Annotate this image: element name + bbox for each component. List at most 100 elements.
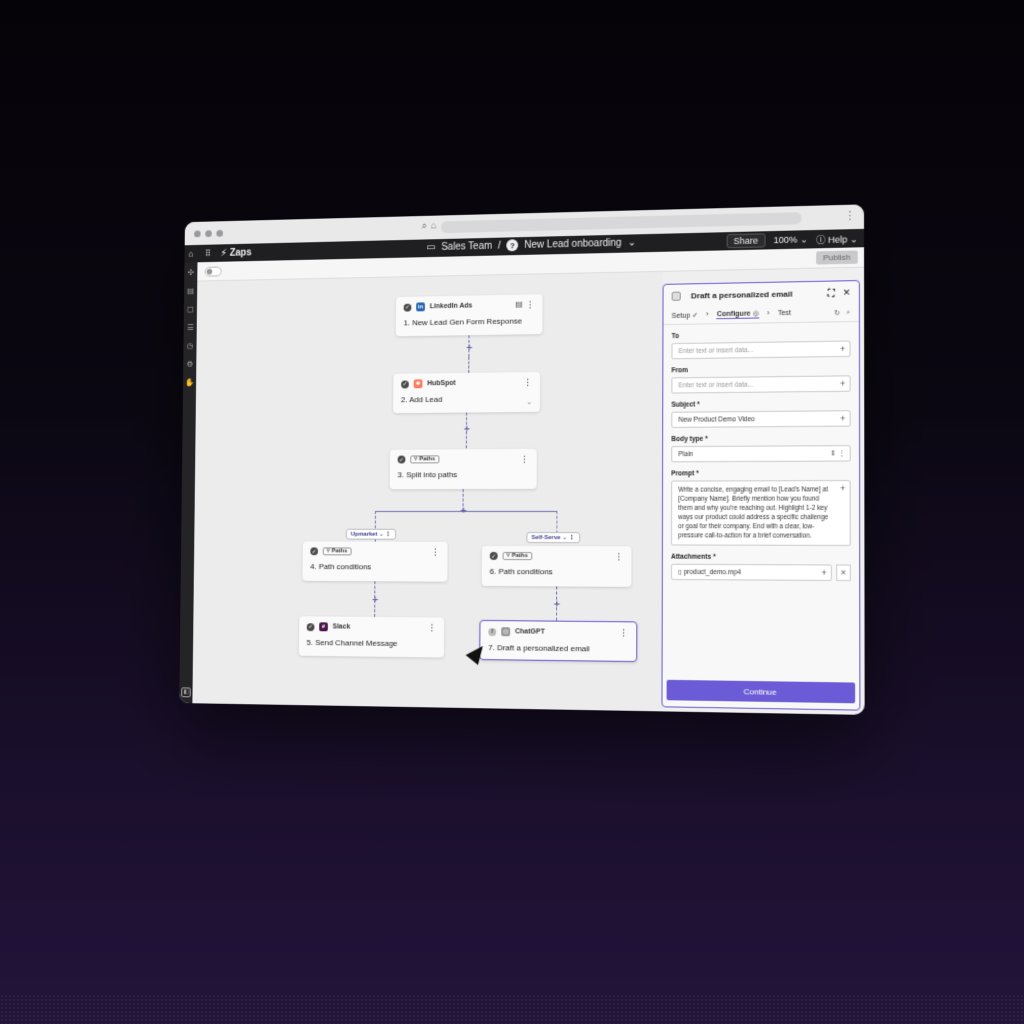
more-vertical-icon[interactable]: ⋮ bbox=[526, 299, 535, 310]
zoom-select[interactable]: 100% ⌄ bbox=[774, 234, 808, 246]
node-title: 3. Split into paths bbox=[397, 470, 458, 480]
insert-data-plus-icon[interactable]: + bbox=[840, 378, 846, 388]
tab-setup[interactable]: Setup ✓ bbox=[672, 311, 699, 320]
step-node-2[interactable]: ✓ ✱ HubSpot 2. Add Lead ⋮ ⌄ bbox=[393, 371, 541, 414]
help-button[interactable]: ⓘ Help ⌄ bbox=[816, 232, 858, 246]
chevron-down-icon[interactable]: ⌄ bbox=[526, 398, 532, 406]
maximize-dot[interactable] bbox=[216, 229, 224, 237]
subject-label-text: Subject bbox=[671, 401, 696, 409]
search-icon[interactable]: ⌕ bbox=[422, 221, 428, 232]
paths-icon: ⑂ bbox=[326, 548, 331, 555]
more-vertical-icon[interactable]: ⋮ bbox=[619, 627, 628, 638]
share-button[interactable]: Share bbox=[726, 233, 766, 249]
hubspot-icon: ✱ bbox=[413, 379, 423, 389]
continue-button[interactable]: Continue bbox=[666, 679, 856, 704]
add-step-plus-icon[interactable]: + bbox=[465, 342, 475, 354]
insert-data-plus-icon[interactable]: + bbox=[840, 483, 846, 493]
add-step-plus-icon[interactable]: + bbox=[370, 594, 380, 606]
updown-chevron-icon: ⇕ ⋮ bbox=[829, 450, 846, 458]
subject-field[interactable]: New Product Demo Video + bbox=[671, 410, 851, 428]
close-icon[interactable]: ✕ bbox=[843, 287, 851, 298]
insert-data-plus-icon[interactable]: + bbox=[821, 568, 827, 578]
more-vertical-icon[interactable]: ⋮ bbox=[427, 622, 436, 633]
sidebar-apps-icon[interactable]: ✣ bbox=[188, 268, 194, 277]
tab-test[interactable]: Test bbox=[778, 310, 791, 317]
to-field[interactable]: Enter text or insert data... + bbox=[671, 340, 851, 360]
minimize-dot[interactable] bbox=[205, 229, 212, 237]
node-header: ✓ ✱ HubSpot bbox=[401, 378, 532, 389]
from-field[interactable]: Enter text or insert data... + bbox=[671, 375, 851, 394]
node-title: 5. Send Channel Message bbox=[306, 638, 398, 648]
remove-attachment-icon[interactable]: ✕ bbox=[836, 564, 851, 582]
zoom-value: 100% bbox=[773, 234, 798, 245]
workflow-canvas[interactable]: ✓ in LinkedIn Ads 1. New Lead Gen Form R… bbox=[192, 271, 663, 712]
sidebar-hand-icon[interactable]: ✋ bbox=[185, 378, 194, 387]
step-node-7[interactable]: ! ◎ ChatGPT 7. Draft a personalized emai… bbox=[479, 619, 638, 663]
insert-data-plus-icon[interactable]: + bbox=[840, 344, 846, 354]
breadcrumb-workspace[interactable]: Sales Team bbox=[441, 240, 492, 252]
check-icon: ✓ bbox=[306, 622, 315, 631]
branch-label-right[interactable]: Self-Serve ⌄ ⋮ bbox=[526, 532, 581, 544]
more-vertical-icon[interactable]: ⋮ bbox=[431, 547, 440, 558]
more-vertical-icon[interactable]: ⋮ bbox=[844, 209, 855, 223]
refresh-icon[interactable]: ↻ bbox=[834, 308, 840, 316]
tab-label: Configure bbox=[716, 310, 751, 319]
prompt-textarea[interactable]: Write a concise, engaging email to [Lead… bbox=[671, 480, 851, 546]
body-type-label: Body type * bbox=[671, 435, 708, 444]
insert-data-plus-icon[interactable]: + bbox=[840, 413, 846, 423]
add-step-plus-icon[interactable]: + bbox=[552, 598, 562, 610]
tab-configure[interactable]: Configure ◎ bbox=[716, 309, 759, 320]
subject-label: Subject * bbox=[671, 401, 700, 409]
branch-name: Upmarket bbox=[350, 531, 378, 538]
sidebar-list-icon[interactable]: ☰ bbox=[187, 323, 194, 332]
attachments-label-text: Attachments bbox=[670, 553, 712, 561]
sidebar-history-icon[interactable]: ◷ bbox=[187, 341, 194, 350]
more-vertical-icon[interactable]: ⋮ bbox=[614, 551, 623, 562]
step-node-4[interactable]: ✓ ⑂ Paths 4. Path conditions ⋮ bbox=[302, 541, 448, 582]
home-icon[interactable]: ⌂ bbox=[431, 221, 437, 232]
attachment-field[interactable]: ▯ product_demo.mp4 + bbox=[670, 563, 832, 581]
check-icon: ✓ bbox=[401, 379, 409, 388]
window-controls bbox=[194, 229, 224, 237]
search-icon[interactable]: ⌕ bbox=[846, 308, 850, 316]
more-vertical-icon[interactable]: ⋮ bbox=[520, 454, 529, 465]
add-step-plus-icon[interactable]: + bbox=[462, 423, 472, 435]
check-icon: ✓ bbox=[310, 547, 319, 556]
check-icon: ✓ bbox=[489, 551, 498, 560]
to-placeholder: Enter text or insert data... bbox=[678, 346, 754, 355]
body-type-select[interactable]: Plain ⇕ ⋮ bbox=[671, 445, 851, 463]
zap-toggle[interactable] bbox=[204, 266, 222, 277]
publish-button[interactable]: Publish bbox=[815, 250, 858, 265]
node-app-name: LinkedIn Ads bbox=[429, 302, 473, 311]
close-dot[interactable] bbox=[194, 229, 201, 237]
step-node-6[interactable]: ✓ ⑂ Paths 6. Path conditions ⋮ bbox=[481, 545, 632, 587]
node-header: ✓ ⑂ Paths bbox=[397, 455, 529, 464]
node-app-name: HubSpot bbox=[427, 379, 456, 388]
comment-icon[interactable]: ▤ bbox=[515, 300, 523, 309]
step-node-3[interactable]: ✓ ⑂ Paths 3. Split into paths ⋮ bbox=[389, 448, 537, 490]
question-icon: ? bbox=[506, 239, 519, 252]
sidebar-settings-icon[interactable]: ⚙ bbox=[186, 360, 193, 369]
branch-label-left[interactable]: Upmarket ⌄ ⋮ bbox=[345, 528, 397, 540]
branch-name: Self-Serve bbox=[531, 535, 561, 542]
more-vertical-icon[interactable]: ⋮ bbox=[523, 377, 532, 388]
url-bar[interactable] bbox=[440, 212, 802, 234]
apps-grid-icon[interactable]: ⠿ bbox=[205, 248, 211, 259]
step-node-5[interactable]: ✓ # Slack 5. Send Channel Message ⋮ bbox=[298, 616, 445, 658]
chatgpt-icon: ◎ bbox=[501, 627, 511, 637]
breadcrumb-zap-name[interactable]: New Lead onboarding bbox=[524, 237, 621, 250]
sidebar-document-icon[interactable]: ▤ bbox=[187, 286, 194, 295]
node-title: 7. Draft a personalized email bbox=[488, 643, 590, 654]
chevron-down-icon[interactable]: ⌄ bbox=[628, 237, 636, 248]
tab-tools: ↻ ⌕ bbox=[834, 308, 850, 316]
step-node-1[interactable]: ✓ in LinkedIn Ads 1. New Lead Gen Form R… bbox=[395, 294, 543, 337]
sidebar-collapse-icon[interactable]: ◧ bbox=[181, 687, 191, 698]
paths-tag: ⑂ Paths bbox=[502, 551, 532, 561]
node-title: 6. Path conditions bbox=[489, 566, 553, 577]
brand-title[interactable]: ⚡ Zaps bbox=[220, 247, 251, 258]
expand-icon[interactable]: ⛶ bbox=[828, 287, 835, 298]
sidebar-comment-icon[interactable]: ▢ bbox=[187, 305, 194, 314]
step-status-icon: ! bbox=[488, 627, 497, 636]
home-icon[interactable]: ⌂ bbox=[184, 245, 197, 263]
body-type-value: Plain bbox=[678, 450, 694, 458]
